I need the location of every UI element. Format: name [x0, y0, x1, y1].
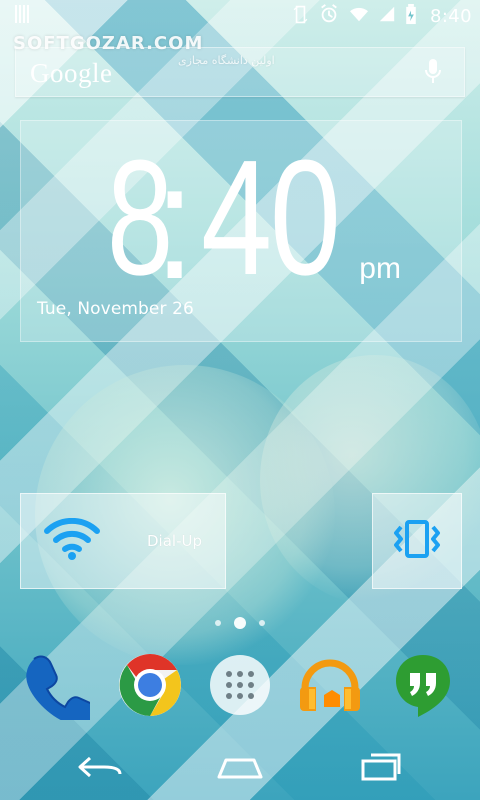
recent-apps-icon — [355, 751, 409, 787]
app-drawer-button[interactable] — [203, 650, 277, 724]
hangouts-app-button[interactable] — [386, 650, 460, 724]
recent-apps-button[interactable] — [342, 746, 422, 792]
chrome-app-button[interactable] — [113, 650, 187, 724]
clock-widget[interactable]: 8 : 40 pm Tue, November 26 — [20, 120, 462, 342]
clock-time: 8 : 40 pm — [21, 126, 463, 314]
clock-minutes: 40 — [200, 126, 341, 309]
vibrate-toggle-widget[interactable] — [372, 493, 462, 589]
play-music-app-button[interactable] — [293, 650, 367, 724]
phone-icon — [20, 650, 99, 728]
app-drawer-icon — [205, 650, 275, 724]
page-dot — [215, 620, 221, 626]
clock-colon: : — [154, 130, 195, 314]
page-dot — [259, 620, 265, 626]
notification-icon — [14, 4, 30, 28]
chrome-icon — [115, 650, 185, 724]
wifi-icon — [348, 5, 370, 27]
battery-icon — [404, 3, 418, 29]
app-dock — [0, 650, 480, 728]
wifi-toggle-widget[interactable]: Dial-Up — [20, 493, 226, 589]
active-page-dot — [234, 617, 246, 629]
home-button[interactable] — [200, 746, 280, 792]
wifi-icon — [43, 517, 101, 564]
status-left — [14, 4, 30, 28]
back-button[interactable] — [61, 746, 141, 792]
headphones-icon — [295, 650, 365, 724]
navigation-bar — [0, 738, 480, 800]
status-bar: 8:40 — [0, 0, 480, 32]
rotate-icon — [291, 5, 310, 28]
status-time: 8:40 — [429, 5, 472, 27]
signal-icon — [378, 5, 396, 27]
mic-icon[interactable] — [420, 55, 446, 89]
alarm-icon — [318, 3, 340, 29]
back-icon — [76, 752, 126, 786]
vibrate-icon — [390, 517, 444, 565]
home-icon — [213, 752, 267, 786]
android-home-screen: 8:40 SOFTGOZAR.COM اولین دانشگاه مجازی G… — [0, 0, 480, 800]
watermark-sub: اولین دانشگاه مجازی — [178, 54, 275, 67]
status-right: 8:40 — [291, 3, 472, 29]
watermark: SOFTGOZAR.COM اولین دانشگاه مجازی — [13, 33, 275, 67]
watermark-main: SOFTGOZAR.COM — [13, 33, 204, 54]
clock-ampm: pm — [359, 252, 401, 285]
phone-app-button[interactable] — [18, 650, 99, 728]
wifi-network-label: Dial-Up — [147, 532, 202, 550]
hangouts-icon — [388, 650, 458, 724]
home-page-indicator — [0, 617, 480, 629]
clock-date: Tue, November 26 — [37, 299, 194, 319]
